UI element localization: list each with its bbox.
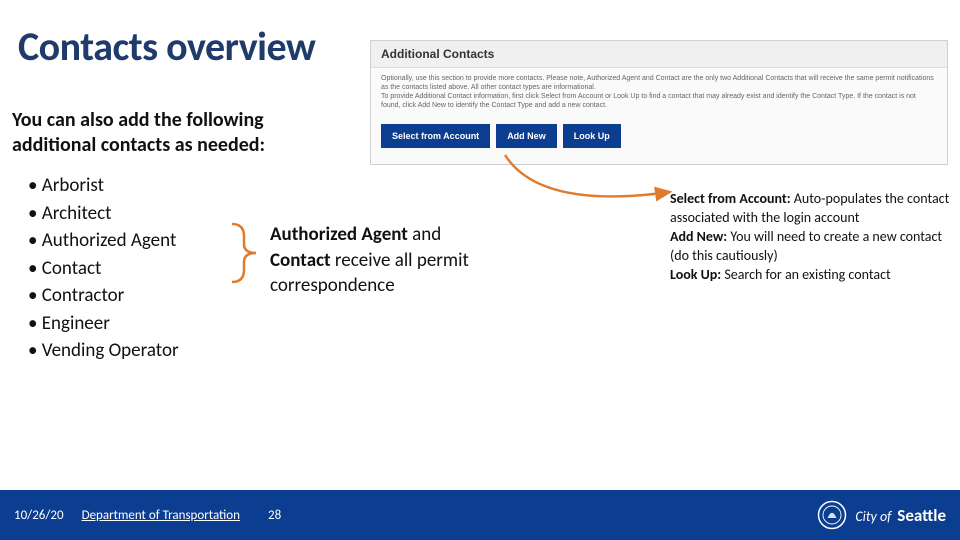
bracket-annotation: Authorized Agent and Contact receive all… <box>270 222 500 299</box>
list-item: Authorized Agent <box>28 227 248 255</box>
desc-look-up: Look Up: Search for an existing contact <box>670 266 950 285</box>
seal-icon <box>817 500 847 530</box>
footer-date: 10/26/20 <box>14 508 64 523</box>
list-item: Architect <box>28 200 248 228</box>
screenshot-header: Additional Contacts <box>371 41 947 68</box>
intro-text: You can also add the following additiona… <box>12 108 352 158</box>
desc-select-from-account: Select from Account: Auto-populates the … <box>670 190 950 228</box>
button-descriptions: Select from Account: Auto-populates the … <box>670 190 950 284</box>
footer-page-number: 28 <box>268 508 281 523</box>
list-item: Arborist <box>28 172 248 200</box>
list-item: Vending Operator <box>28 337 248 365</box>
slide-title: Contacts overview <box>18 22 315 71</box>
contact-type-list: Arborist Architect Authorized Agent Cont… <box>28 172 248 365</box>
select-from-account-button[interactable]: Select from Account <box>381 124 490 148</box>
list-item: Contractor <box>28 282 248 310</box>
embedded-screenshot: Additional Contacts Optionally, use this… <box>370 40 948 165</box>
arrow-icon <box>500 150 680 204</box>
bracket-bold-1: Authorized Agent <box>270 223 408 246</box>
footer-department: Department of Transportation <box>82 508 240 523</box>
bracket-icon <box>230 222 268 284</box>
list-item: Engineer <box>28 310 248 338</box>
list-item: Contact <box>28 255 248 283</box>
screenshot-instructions: Optionally, use this section to provide … <box>371 68 947 116</box>
bracket-bold-2: Contact <box>270 249 331 272</box>
add-new-button[interactable]: Add New <box>496 124 557 148</box>
slide-footer: 10/26/20 Department of Transportation 28… <box>0 490 960 540</box>
city-logo: City of Seattle <box>817 500 946 530</box>
look-up-button[interactable]: Look Up <box>563 124 621 148</box>
desc-add-new: Add New: You will need to create a new c… <box>670 228 950 266</box>
